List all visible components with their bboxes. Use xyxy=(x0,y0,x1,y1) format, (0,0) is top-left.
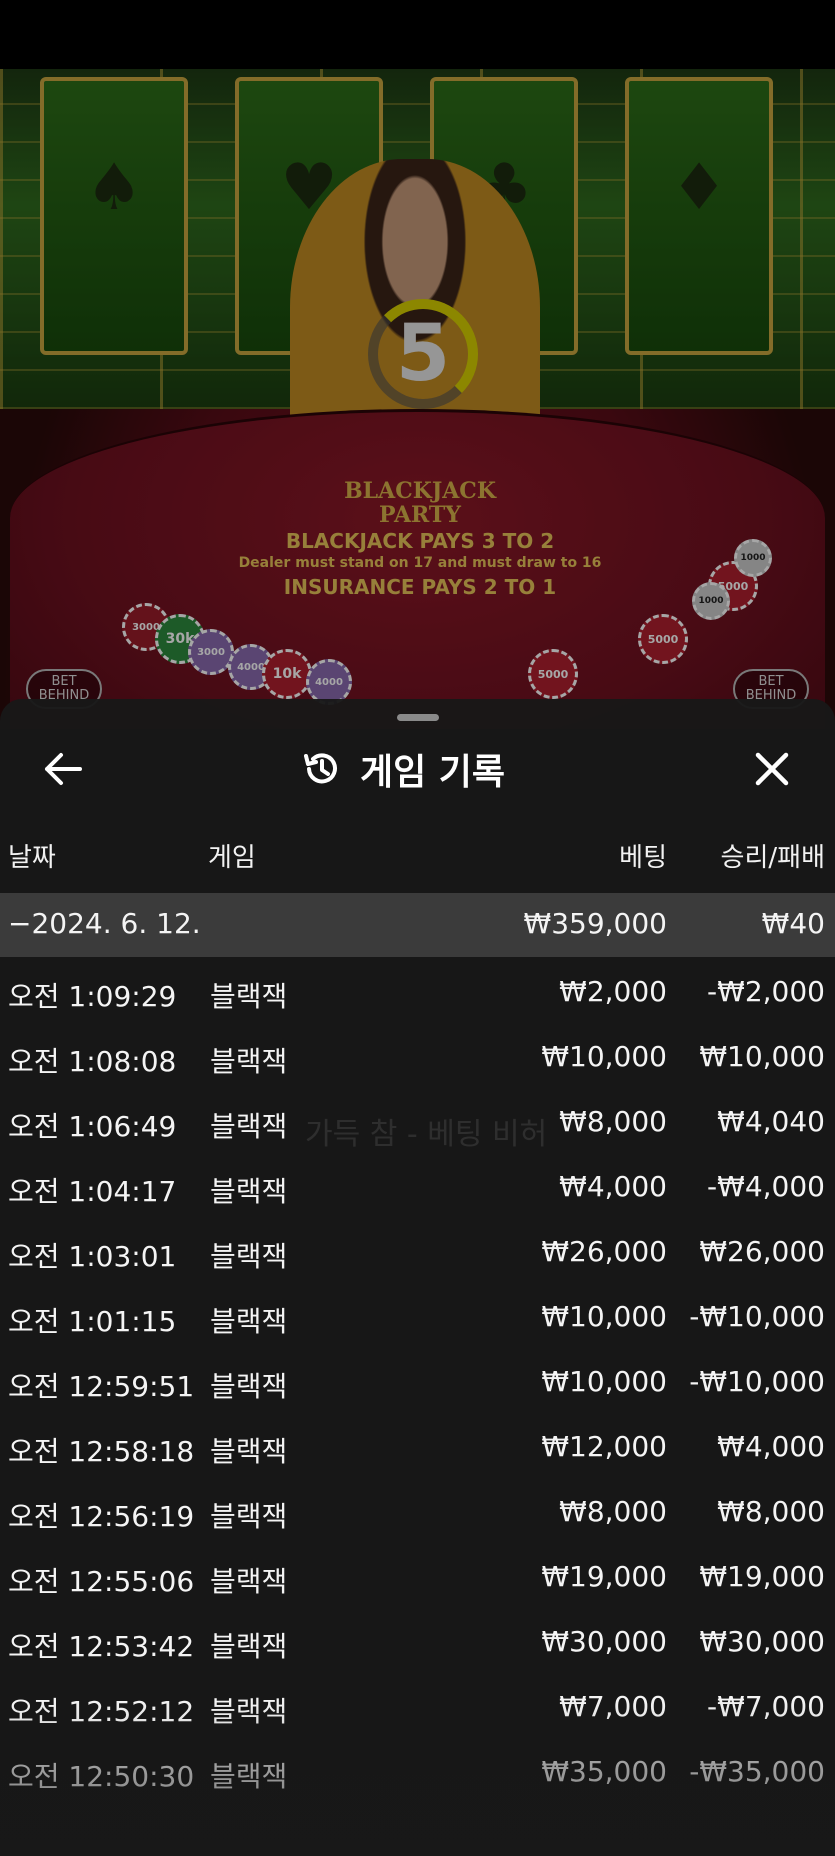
row-result: ₩19,000 xyxy=(699,1560,825,1593)
table-row[interactable]: 오전 12:50:30 블랙잭 ₩35,000 -₩35,000 xyxy=(0,1741,835,1806)
row-bet: ₩8,000 xyxy=(559,1495,667,1528)
row-time: 오전 1:04:17 xyxy=(8,1175,177,1208)
row-time: 오전 12:58:18 xyxy=(8,1435,195,1468)
row-time: 오전 12:56:19 xyxy=(8,1500,195,1533)
table-row[interactable]: 오전 1:06:49 블랙잭 ₩8,000 ₩4,040 xyxy=(0,1091,835,1156)
row-game: 블랙잭 xyxy=(210,1760,288,1793)
row-bet: ₩4,000 xyxy=(559,1170,667,1203)
row-game: 블랙잭 xyxy=(210,1435,288,1468)
sheet-drag-handle[interactable] xyxy=(397,714,439,721)
group-bet-total: ₩359,000 xyxy=(523,907,667,940)
row-bet: ₩7,000 xyxy=(559,1690,667,1723)
column-header-date: 날짜 xyxy=(8,843,56,873)
column-header-game: 게임 xyxy=(208,843,256,873)
row-time: 오전 1:09:29 xyxy=(8,980,177,1013)
row-time: 오전 12:50:30 xyxy=(8,1760,195,1793)
table-row[interactable]: 오전 1:01:15 블랙잭 ₩10,000 -₩10,000 xyxy=(0,1286,835,1351)
group-date: −2024. 6. 12. xyxy=(8,907,201,940)
row-game: 블랙잭 xyxy=(210,1240,288,1273)
row-game: 블랙잭 xyxy=(210,980,288,1013)
row-game: 블랙잭 xyxy=(210,1175,288,1208)
row-bet: ₩10,000 xyxy=(541,1365,667,1398)
row-bet: ₩19,000 xyxy=(541,1560,667,1593)
table-row[interactable]: 오전 12:52:12 블랙잭 ₩7,000 -₩7,000 xyxy=(0,1676,835,1741)
table-row[interactable]: 오전 12:53:42 블랙잭 ₩30,000 ₩30,000 xyxy=(0,1611,835,1676)
table-row[interactable]: 오전 1:08:08 블랙잭 ₩10,000 ₩10,000 xyxy=(0,1026,835,1091)
sheet-title: 게임 기록 xyxy=(300,741,505,797)
table-row[interactable]: 오전 1:09:29 블랙잭 ₩2,000 -₩2,000 xyxy=(0,961,835,1026)
history-icon xyxy=(304,753,337,784)
close-button[interactable] xyxy=(745,742,799,796)
table-row[interactable]: 오전 12:58:18 블랙잭 ₩12,000 ₩4,000 xyxy=(0,1416,835,1481)
row-result: ₩4,000 xyxy=(717,1430,825,1463)
row-result: ₩10,000 xyxy=(699,1040,825,1073)
table-row[interactable]: 오전 1:03:01 블랙잭 ₩26,000 ₩26,000 xyxy=(0,1221,835,1286)
row-game: 블랙잭 xyxy=(210,1630,288,1663)
row-result: -₩10,000 xyxy=(689,1365,825,1398)
row-result: -₩35,000 xyxy=(689,1755,825,1788)
row-bet: ₩12,000 xyxy=(541,1430,667,1463)
row-bet: ₩10,000 xyxy=(541,1300,667,1333)
row-time: 오전 12:59:51 xyxy=(8,1370,195,1403)
row-time: 오전 12:52:12 xyxy=(8,1695,195,1728)
sheet-title-text: 게임 기록 xyxy=(360,752,506,793)
column-header-bet: 베팅 xyxy=(619,843,667,873)
row-bet: ₩10,000 xyxy=(541,1040,667,1073)
row-game: 블랙잭 xyxy=(210,1370,288,1403)
row-result: -₩4,000 xyxy=(707,1170,825,1203)
row-game: 블랙잭 xyxy=(210,1305,288,1338)
row-time: 오전 1:08:08 xyxy=(8,1045,177,1078)
group-result-total: ₩40 xyxy=(761,907,825,940)
row-result: ₩8,000 xyxy=(717,1495,825,1528)
row-bet: ₩30,000 xyxy=(541,1625,667,1658)
row-game: 블랙잭 xyxy=(210,1110,288,1143)
date-group-row[interactable]: −2024. 6. 12. ₩359,000 ₩40 xyxy=(0,893,835,957)
row-bet: ₩2,000 xyxy=(559,975,667,1008)
row-time: 오전 12:55:06 xyxy=(8,1565,195,1598)
row-bet: ₩8,000 xyxy=(559,1105,667,1138)
row-result: -₩2,000 xyxy=(707,975,825,1008)
row-result: -₩10,000 xyxy=(689,1300,825,1333)
row-result: ₩4,040 xyxy=(717,1105,825,1138)
row-time: 오전 1:03:01 xyxy=(8,1240,177,1273)
arrow-left-icon xyxy=(45,753,82,785)
row-game: 블랙잭 xyxy=(210,1045,288,1078)
row-game: 블랙잭 xyxy=(210,1695,288,1728)
row-result: ₩30,000 xyxy=(699,1625,825,1658)
column-header-result: 승리/패배 xyxy=(720,843,825,873)
row-game: 블랙잭 xyxy=(210,1500,288,1533)
table-row[interactable]: 오전 12:59:51 블랙잭 ₩10,000 -₩10,000 xyxy=(0,1351,835,1416)
table-row[interactable]: 오전 12:56:19 블랙잭 ₩8,000 ₩8,000 xyxy=(0,1481,835,1546)
row-time: 오전 1:01:15 xyxy=(8,1305,177,1338)
row-result: ₩26,000 xyxy=(699,1235,825,1268)
back-button[interactable] xyxy=(38,744,88,794)
close-icon xyxy=(755,752,789,786)
row-bet: ₩26,000 xyxy=(541,1235,667,1268)
table-row[interactable]: 오전 12:55:06 블랙잭 ₩19,000 ₩19,000 xyxy=(0,1546,835,1611)
row-time: 오전 12:53:42 xyxy=(8,1630,195,1663)
row-bet: ₩35,000 xyxy=(541,1755,667,1788)
row-game: 블랙잭 xyxy=(210,1565,288,1598)
row-time: 오전 1:06:49 xyxy=(8,1110,177,1143)
row-result: -₩7,000 xyxy=(707,1690,825,1723)
table-row[interactable]: 오전 1:04:17 블랙잭 ₩4,000 -₩4,000 xyxy=(0,1156,835,1221)
game-history-sheet: 게임 기록 가득 참 - 베팅 비허 날짜 게임 베팅 승리/패배 −2024.… xyxy=(0,699,835,1856)
